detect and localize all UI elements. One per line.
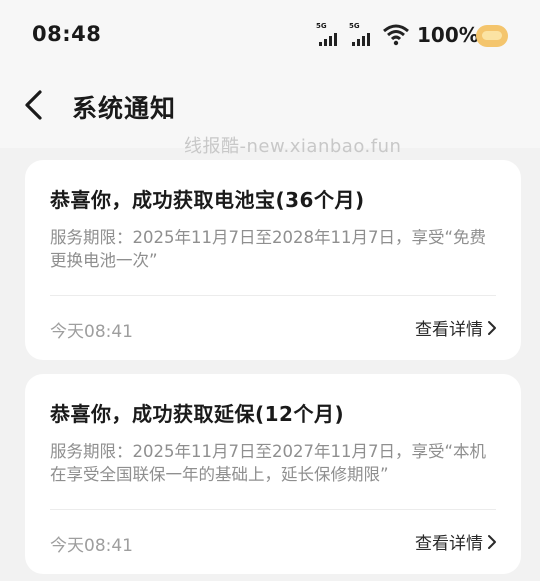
back-button[interactable] [20, 88, 50, 126]
notification-description: 服务期限：2025年11月7日至2028年11月7日，享受“免费更换电池一次” [50, 228, 487, 270]
divider [50, 295, 496, 296]
status-bar: 08:48 5G 5G 100% [0, 0, 540, 70]
clock: 08:48 [32, 22, 102, 46]
chevron-right-icon [488, 534, 496, 549]
assistant-bubble-icon [476, 25, 508, 47]
cellular-signal-icon: 5G [349, 22, 377, 46]
view-details-link[interactable]: 查看详情 [415, 315, 497, 340]
view-details-label: 查看详情 [415, 534, 483, 554]
notification-timestamp: 今天08:41 [50, 322, 133, 342]
notification-title: 恭喜你，成功获取电池宝(36个月) [50, 188, 365, 212]
notification-title: 恭喜你，成功获取延保(12个月) [50, 402, 345, 426]
cellular-signal-icon: 5G [316, 22, 344, 46]
watermark: 线报酷-new.xianbao.fun [184, 136, 402, 157]
battery-level: 100% [417, 23, 479, 47]
chevron-right-icon [488, 320, 496, 335]
notification-card: 恭喜你，成功获取延保(12个月) 服务期限：2025年11月7日至2027年11… [25, 374, 521, 574]
network-type-badge: 5G [349, 22, 360, 30]
network-type-badge: 5G [316, 22, 327, 30]
view-details-link[interactable]: 查看详情 [415, 529, 497, 554]
notification-card: 恭喜你，成功获取电池宝(36个月) 服务期限：2025年11月7日至2028年1… [25, 160, 521, 360]
page-title: 系统通知 [72, 94, 177, 123]
chevron-left-icon [25, 90, 42, 120]
notification-timestamp: 今天08:41 [50, 536, 133, 556]
notification-description: 服务期限：2025年11月7日至2027年11月7日，享受“本机在享受全国联保一… [50, 442, 487, 484]
divider [50, 509, 496, 510]
wifi-icon [383, 24, 409, 46]
view-details-label: 查看详情 [415, 320, 483, 340]
